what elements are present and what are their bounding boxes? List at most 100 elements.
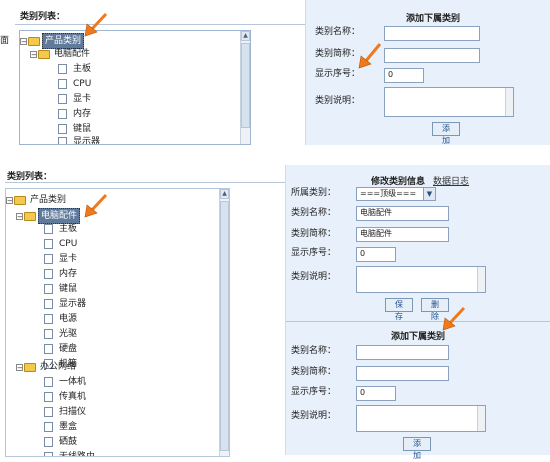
document-icon (44, 422, 53, 432)
tree-node-label[interactable]: 墨盒 (57, 420, 79, 434)
tree-node-label[interactable]: 一体机 (57, 375, 88, 389)
tree-node-label[interactable]: CPU (57, 237, 79, 251)
scroll-up-icon[interactable]: ▲ (220, 189, 229, 199)
top-category-tree[interactable]: − 产品类别 − 电脑配件 主板 CPU 显卡 内存 键鼠 显示器 ▲ (19, 30, 251, 145)
tree-node-label[interactable]: 产品类别 (28, 193, 68, 207)
tree-node-item[interactable]: 电源 (44, 312, 79, 326)
textarea-scrollbar[interactable] (477, 406, 485, 431)
tree-node-item[interactable]: 主板 (58, 62, 93, 76)
tree-node-label[interactable]: CPU (71, 77, 93, 91)
collapse-icon[interactable]: − (30, 50, 37, 58)
tree-node-group[interactable]: − 电脑配件 (30, 47, 92, 61)
tree-node-item[interactable]: 显示器 (44, 297, 88, 311)
tree-node-label[interactable]: 扫描仪 (57, 405, 88, 419)
top-order-input[interactable]: 0 (384, 68, 424, 83)
tree-scrollbar[interactable]: ▲ (219, 189, 229, 456)
tree-node-item[interactable]: CPU (44, 237, 79, 251)
document-icon (44, 284, 53, 294)
tree-node-label[interactable]: 传真机 (57, 390, 88, 404)
tree-node-label[interactable]: 显示器 (57, 297, 88, 311)
tree-node-root[interactable]: − 产品类别 (20, 33, 85, 49)
tree-node-label[interactable]: 主板 (57, 222, 79, 236)
bottom-add-button[interactable]: 添加 (403, 437, 431, 460)
document-icon (44, 377, 53, 387)
tree-node-label[interactable]: 无线路由 (57, 450, 97, 456)
top-add-button[interactable]: 添加 (432, 122, 460, 145)
tree-node-item[interactable]: 硬盘 (44, 342, 79, 356)
top-side-text: 面 (0, 36, 10, 46)
data-log-link[interactable]: 数据日志 (433, 174, 469, 187)
tree-node-item[interactable]: 硒鼓 (44, 435, 79, 449)
tree-node-label[interactable]: 显示器 (71, 135, 102, 144)
collapse-icon[interactable]: − (16, 363, 23, 371)
scroll-thumb[interactable] (220, 201, 229, 451)
tree-node-label[interactable]: 键鼠 (57, 282, 79, 296)
edit-name-input[interactable]: 电脑配件 (356, 206, 449, 221)
tree-node-label[interactable]: 硒鼓 (57, 435, 79, 449)
document-icon (44, 299, 53, 309)
tree-scrollbar[interactable]: ▲ (240, 31, 250, 144)
collapse-icon[interactable]: − (16, 212, 23, 220)
top-desc-textarea[interactable] (384, 87, 514, 117)
tree-node-item[interactable]: 键鼠 (58, 122, 93, 136)
tree-node-label[interactable]: 电脑配件 (52, 47, 92, 61)
tree-node-item[interactable]: 显示器 (58, 135, 102, 144)
tree-node-item[interactable]: 一体机 (44, 375, 88, 389)
tree-node-label[interactable]: 硬盘 (57, 342, 79, 356)
edit-desc-textarea[interactable] (356, 266, 486, 293)
tree-node-item[interactable]: 显卡 (44, 252, 79, 266)
tree-node-label[interactable]: 内存 (71, 107, 93, 121)
top-short-input[interactable] (384, 48, 480, 63)
tree-node-item[interactable]: 键鼠 (44, 282, 79, 296)
bottom-category-tree[interactable]: − 产品类别 − 电脑配件 主板 CPU 显卡 内存 键鼠 显示器 电源 光驱 硬盘 机箱 − 办公网络… (5, 188, 230, 457)
textarea-scrollbar[interactable] (477, 267, 485, 292)
document-icon (58, 137, 67, 144)
tree-node-label[interactable]: 键鼠 (71, 122, 93, 136)
edit-short-input[interactable]: 电脑配件 (356, 227, 449, 242)
tree-node-label[interactable]: 显卡 (71, 92, 93, 106)
tree-node-label[interactable]: 办公网络 (38, 360, 78, 374)
folder-icon (14, 195, 26, 205)
collapse-icon[interactable]: − (20, 37, 27, 45)
add-desc-textarea[interactable] (356, 405, 486, 432)
tree-node-root[interactable]: − 产品类别 (6, 193, 68, 207)
tree-node-item[interactable]: CPU (58, 77, 93, 91)
tree-node-label[interactable]: 内存 (57, 267, 79, 281)
tree-node-group[interactable]: − 办公网络 (16, 360, 78, 374)
tree-node-item[interactable]: 传真机 (44, 390, 88, 404)
tree-node-label[interactable]: 光驱 (57, 327, 79, 341)
tree-node-item[interactable]: 无线路由 (44, 450, 97, 456)
textarea-scrollbar[interactable] (505, 88, 513, 116)
add-order-input[interactable]: 0 (356, 386, 396, 401)
tree-node-label[interactable]: 显卡 (57, 252, 79, 266)
tree-node-item[interactable]: 主板 (44, 222, 79, 236)
top-desc-label: 类别说明： (315, 96, 361, 106)
top-short-label: 类别简称： (315, 49, 361, 59)
edit-title: 修改类别信息 (371, 177, 426, 187)
parent-select[interactable]: ===顶级=== ▼ (356, 187, 436, 201)
tree-node-item[interactable]: 内存 (58, 107, 93, 121)
tree-node-item[interactable]: 光驱 (44, 327, 79, 341)
document-icon (58, 109, 67, 119)
top-name-input[interactable] (384, 26, 480, 41)
collapse-icon[interactable]: − (6, 196, 13, 204)
scroll-up-icon[interactable]: ▲ (241, 31, 250, 41)
save-button[interactable]: 保存 (385, 298, 413, 321)
tree-node-item[interactable]: 显卡 (58, 92, 93, 106)
chevron-down-icon[interactable]: ▼ (423, 188, 435, 200)
tree-node-item[interactable]: 扫描仪 (44, 405, 88, 419)
edit-short-label: 类别简称： (291, 229, 337, 239)
tree-node-group[interactable]: − 电脑配件 (16, 208, 81, 224)
folder-icon (38, 49, 50, 59)
add-short-label: 类别简称： (291, 367, 337, 377)
pointer-arrow-icon (84, 12, 108, 37)
folder-icon (28, 36, 40, 46)
add-short-input[interactable] (356, 366, 449, 381)
add-name-input[interactable] (356, 345, 449, 360)
tree-node-item[interactable]: 墨盒 (44, 420, 79, 434)
edit-order-input[interactable]: 0 (356, 247, 396, 262)
tree-node-label[interactable]: 电源 (57, 312, 79, 326)
tree-node-item[interactable]: 内存 (44, 267, 79, 281)
scroll-thumb[interactable] (241, 43, 250, 128)
tree-node-label[interactable]: 主板 (71, 62, 93, 76)
